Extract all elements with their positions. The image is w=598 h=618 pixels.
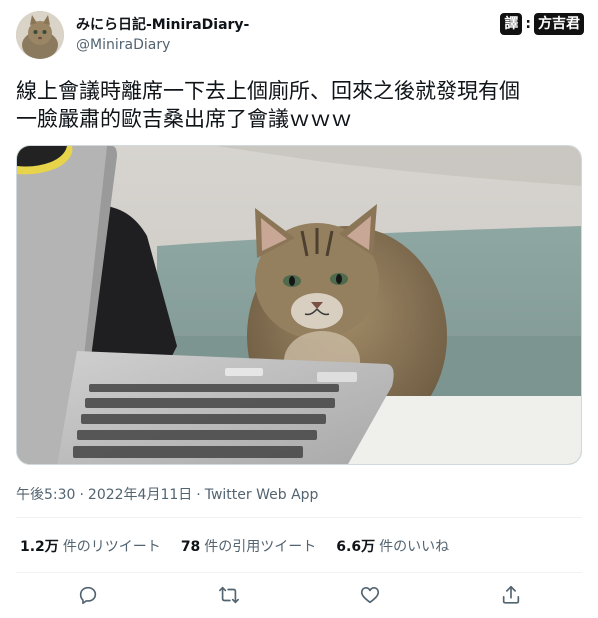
quote-count-label: 件の引用ツイート — [204, 539, 317, 555]
display-name[interactable]: みにら日記-MiniraDiary- — [76, 14, 249, 34]
heart-icon — [360, 587, 380, 604]
share-button[interactable] — [498, 582, 524, 608]
quote-count-value: 78 — [180, 539, 201, 555]
retweet-count-value: 1.2万 — [20, 539, 59, 555]
credit-separator: : — [525, 16, 531, 32]
retweet-count-label: 件のリツイート — [62, 539, 161, 555]
divider — [16, 572, 582, 573]
credit-label-translate: 譯 — [500, 13, 523, 35]
tweet-timestamp[interactable]: 午後5:30 · 2022年4月11日 · Twitter Web App — [16, 484, 318, 504]
meta-separator-1: · — [79, 487, 84, 503]
divider — [16, 517, 582, 518]
reply-button[interactable] — [75, 582, 101, 608]
retweet-button[interactable] — [216, 582, 242, 608]
like-count-value: 6.6万 — [336, 539, 376, 555]
tweet-card: みにら日記-MiniraDiary- @MiniraDiary 譯 : 方吉君 … — [0, 0, 598, 618]
tweet-text: 線上會議時離席一下去上個廁所、回來之後就發現有個 一臉嚴肅的歐吉桑出席了會議ｗｗ… — [16, 79, 520, 131]
tweet-source[interactable]: Twitter Web App — [205, 487, 319, 503]
like-count-label: 件のいいね — [379, 539, 450, 555]
avatar[interactable] — [16, 11, 64, 59]
tweet-actions — [0, 580, 598, 610]
tweet-stats: 1.2万 件のリツイート 78 件の引用ツイート 6.6万 件のいいね — [20, 536, 449, 556]
user-handle[interactable]: @MiniraDiary — [76, 37, 170, 53]
reply-icon — [79, 586, 97, 605]
credit-translator-name: 方吉君 — [534, 13, 584, 35]
quote-count[interactable]: 78 件の引用ツイート — [181, 536, 316, 556]
retweet-icon — [219, 586, 239, 604]
translator-credit: 譯 : 方吉君 — [500, 13, 584, 35]
meta-separator-2: · — [196, 487, 201, 503]
tweet-photo[interactable] — [16, 145, 582, 465]
share-icon — [502, 585, 520, 604]
tweet-time: 午後5:30 — [16, 487, 76, 503]
tweet-date: 2022年4月11日 — [87, 487, 193, 503]
retweet-count[interactable]: 1.2万 件のリツイート — [20, 536, 161, 556]
like-count[interactable]: 6.6万 件のいいね — [336, 536, 449, 556]
like-button[interactable] — [357, 582, 383, 608]
